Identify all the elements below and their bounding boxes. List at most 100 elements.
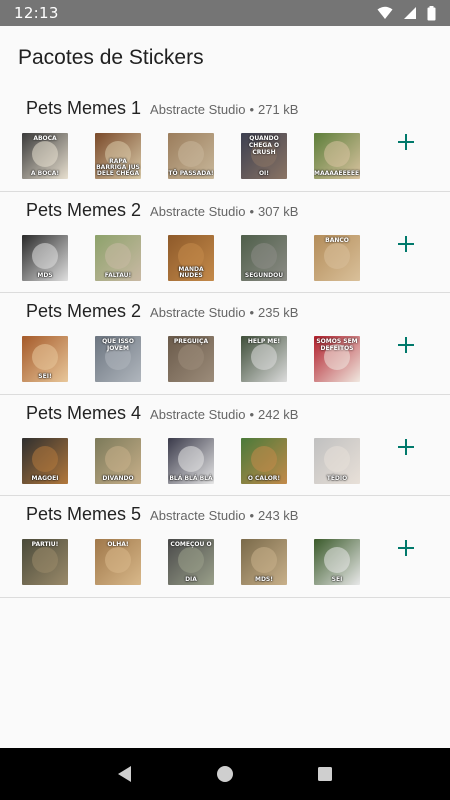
sticker-caption: DIA xyxy=(185,576,197,583)
back-triangle-icon xyxy=(118,766,131,782)
sticker-image xyxy=(251,242,277,269)
sticker-pack-row[interactable]: Pets Memes 2 Abstracte Studio • 235 kB SEI! Q… xyxy=(0,293,450,395)
sticker-image xyxy=(178,547,204,573)
sticker-caption: TÔ PASSADA! xyxy=(168,170,214,177)
pack-name: Pets Memes 2 xyxy=(26,199,142,220)
pack-name: Pets Memes 5 xyxy=(26,504,142,524)
recents-button[interactable] xyxy=(305,754,345,794)
sticker-image xyxy=(178,445,204,472)
sticker-thumbnail: TÔ PASSADA! xyxy=(168,133,214,179)
sticker-thumbnail: MDS! xyxy=(241,539,287,585)
battery-icon xyxy=(427,5,436,20)
add-pack-button[interactable] xyxy=(392,230,420,258)
separator-dot: • xyxy=(249,305,254,320)
pack-header: Pets Memes 4 Abstracte Studio • 242 kB xyxy=(26,403,298,424)
sticker-top-caption: PARTIU! xyxy=(31,541,59,548)
sticker-image xyxy=(105,547,131,573)
sticker-thumbnail: SOMOS SEM DEFEITOS xyxy=(314,336,360,382)
sticker-caption: O CALOR! xyxy=(247,474,281,482)
pack-size: 235 kB xyxy=(258,305,299,320)
pack-size: 271 kB xyxy=(258,102,299,117)
pack-header: Pets Memes 2 Abstracte Studio • 235 kB xyxy=(26,301,298,322)
sticker-caption: RAPA BARRIGA JUS DELE CHEGA xyxy=(96,158,140,177)
sticker-caption: MAAAAEEEEE! xyxy=(314,170,360,177)
sticker-image xyxy=(32,344,58,370)
status-icons xyxy=(377,5,436,21)
sticker-pack-row[interactable]: Pets Memes 5 Abstracte Studio • 243 kB PARTI… xyxy=(0,496,450,598)
sticker-image xyxy=(324,547,350,573)
plus-icon xyxy=(398,337,414,353)
sticker-image xyxy=(251,344,277,370)
wifi-icon xyxy=(377,6,393,19)
sticker-image xyxy=(178,141,204,167)
sticker-image xyxy=(32,547,58,573)
add-pack-button[interactable] xyxy=(392,433,420,461)
pack-meta: Abstracte Studio • 307 kB xyxy=(150,204,298,219)
sticker-caption: SEI! xyxy=(38,373,52,380)
sticker-top-caption: QUANDO CHEGA O CRUSH xyxy=(248,135,280,156)
navigation-bar xyxy=(0,748,450,800)
sticker-thumbnail: BANCO xyxy=(314,234,360,281)
sticker-pack-row[interactable]: Pets Memes 1 Abstracte Studio • 271 kB ABOCA… xyxy=(0,90,450,192)
sticker-thumbnails: MAGOEI DIVANDO BLÁ BLÁ BLÁ O CALOR! TÉDIO xyxy=(22,437,360,484)
home-circle-icon xyxy=(217,766,233,782)
pack-meta: Abstracte Studio • 242 kB xyxy=(150,407,298,422)
sticker-image xyxy=(32,445,58,472)
add-pack-button[interactable] xyxy=(392,331,420,359)
sticker-image xyxy=(32,242,58,269)
sticker-thumbnail: MAAAAEEEEE! xyxy=(314,133,360,179)
sticker-caption: BLÁ BLÁ BLÁ xyxy=(169,474,213,482)
pack-meta: Abstracte Studio • 243 kB xyxy=(150,508,298,523)
home-button[interactable] xyxy=(205,754,245,794)
sticker-pack-row[interactable]: Pets Memes 2 Abstracte Studio • 307 kB MDS FA… xyxy=(0,192,450,293)
page-title: Pacotes de Stickers xyxy=(18,46,204,69)
plus-icon xyxy=(398,134,414,150)
sticker-pack-list: Pets Memes 1 Abstracte Studio • 271 kB ABOCA… xyxy=(0,90,450,598)
plus-icon xyxy=(398,438,414,455)
add-pack-button[interactable] xyxy=(392,534,420,562)
separator-dot: • xyxy=(249,203,254,219)
status-time: 12:13 xyxy=(14,4,59,22)
sticker-top-caption: HELP ME! xyxy=(247,338,281,345)
sticker-caption: SEGUNDOU xyxy=(244,271,284,279)
back-button[interactable] xyxy=(105,754,145,794)
sticker-caption: MDS! xyxy=(254,576,273,583)
sticker-pack-row[interactable]: Pets Memes 4 Abstracte Studio • 242 kB MAGOE… xyxy=(0,395,450,496)
pack-name: Pets Memes 2 xyxy=(26,301,142,321)
pack-size: 242 kB xyxy=(258,406,299,422)
sticker-image xyxy=(105,242,131,269)
sticker-caption: FALTAU! xyxy=(104,271,132,279)
sticker-image xyxy=(32,141,58,167)
sticker-thumbnails: SEI! QUE ISSO JOVEM PREGUIÇA HELP ME! SOMOS … xyxy=(22,336,360,382)
sticker-top-caption: PREGUIÇA xyxy=(173,338,209,345)
sticker-thumbnail: QUE ISSO JOVEM xyxy=(95,336,141,382)
sticker-thumbnail: DIVANDO xyxy=(95,437,141,484)
sticker-thumbnail: HELP ME! xyxy=(241,336,287,382)
separator-dot: • xyxy=(249,508,254,523)
sticker-image xyxy=(324,445,350,472)
separator-dot: • xyxy=(249,406,254,422)
sticker-thumbnail: PARTIU! xyxy=(22,539,68,585)
sticker-thumbnail: QUANDO CHEGA O CRUSH OI! xyxy=(241,133,287,179)
status-bar: 12:13 xyxy=(0,0,450,26)
sticker-top-caption: OLHA! xyxy=(107,541,129,548)
sticker-image xyxy=(105,445,131,472)
pack-size: 243 kB xyxy=(258,508,299,523)
sticker-caption: SEI xyxy=(331,576,343,583)
sticker-thumbnail: RAPA BARRIGA JUS DELE CHEGA xyxy=(95,133,141,179)
add-pack-button[interactable] xyxy=(392,128,420,156)
pack-publisher: Abstracte Studio xyxy=(150,508,246,523)
sticker-thumbnail: PREGUIÇA xyxy=(168,336,214,382)
pack-header: Pets Memes 2 Abstracte Studio • 307 kB xyxy=(26,200,298,221)
sticker-thumbnail: COMEÇOU O DIA xyxy=(168,539,214,585)
pack-size: 307 kB xyxy=(258,203,299,219)
sticker-caption: TÉDIO xyxy=(326,474,348,482)
sticker-image xyxy=(178,344,204,370)
sticker-caption: DIVANDO xyxy=(102,474,134,482)
plus-icon xyxy=(398,235,414,252)
sticker-caption: A BOCA! xyxy=(30,170,60,177)
pack-header: Pets Memes 1 Abstracte Studio • 271 kB xyxy=(26,98,298,119)
sticker-image xyxy=(324,141,350,167)
pack-meta: Abstracte Studio • 235 kB xyxy=(150,305,298,320)
pack-publisher: Abstracte Studio xyxy=(150,305,246,320)
